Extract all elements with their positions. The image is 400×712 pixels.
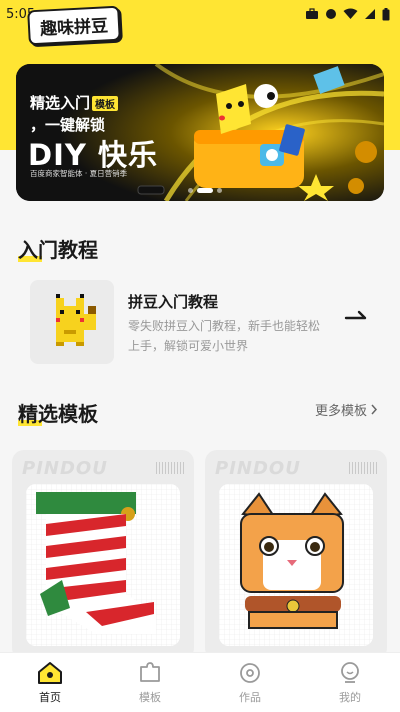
- barcode-icon: [349, 462, 377, 474]
- briefcase-icon: [306, 8, 318, 19]
- templates-section-title: 精选模板: [18, 402, 98, 426]
- template-preview-stocking: [26, 484, 180, 646]
- app-logo: 趣味拼豆: [27, 5, 121, 46]
- tab-templates[interactable]: 模板: [100, 653, 200, 712]
- arrow-right-icon[interactable]: [344, 308, 368, 328]
- card-brand: PINDOU: [22, 458, 108, 479]
- tab-label: 作品: [239, 691, 261, 704]
- signal-icon: [365, 9, 375, 19]
- barcode-icon: [156, 462, 184, 474]
- tutorial-item[interactable]: 拼豆入门教程 零失败拼豆入门教程，新手也能轻松上手，解锁可爱小世界: [16, 276, 384, 368]
- wifi-icon: [343, 8, 358, 19]
- stocking-pixel-art: [26, 484, 180, 646]
- banner-subtitle: 百度商家智能体 · 夏日营销季: [30, 169, 128, 178]
- tab-home[interactable]: 首页: [0, 653, 100, 712]
- tab-label: 我的: [339, 691, 361, 704]
- card-brand: PINDOU: [215, 458, 301, 479]
- banner-dot[interactable]: [188, 188, 193, 193]
- cat-pixel-art: [219, 484, 373, 646]
- template-preview-cat: [219, 484, 373, 646]
- tab-label: 首页: [39, 691, 61, 704]
- banner-pagination: [188, 188, 222, 193]
- chevron-right-icon: [371, 404, 378, 415]
- battery-icon: [382, 7, 390, 20]
- bottom-tab-bar: 首页 模板 作品 我的: [0, 652, 400, 712]
- profile-icon: [341, 662, 359, 683]
- banner-dot[interactable]: [217, 188, 222, 193]
- tutorial-description: 零失败拼豆入门教程，新手也能轻松上手，解锁可爱小世界: [128, 319, 321, 353]
- banner-tag: 模板: [92, 96, 119, 111]
- banner-dot-active[interactable]: [197, 188, 213, 193]
- template-card[interactable]: PINDOU: [205, 450, 387, 660]
- home-icon: [38, 662, 62, 684]
- works-icon: [240, 663, 260, 683]
- tutorial-thumbnail: [30, 280, 114, 364]
- puzzle-icon: [140, 662, 160, 682]
- tutorial-title: 拼豆入门教程: [128, 293, 219, 311]
- pikachu-pixel-art: [56, 294, 96, 346]
- tab-label: 模板: [139, 691, 161, 704]
- tab-profile[interactable]: 我的: [300, 653, 400, 712]
- more-templates-link[interactable]: 更多模板: [315, 400, 378, 419]
- promo-banner[interactable]: 精选入门 模板 ，一键解锁 DIY 快乐 百度商家智能体 · 夏日营销季: [16, 64, 384, 201]
- circle-status-icon: [326, 9, 336, 19]
- tab-works[interactable]: 作品: [200, 653, 300, 712]
- tutorial-section-title: 入门教程: [18, 238, 98, 262]
- template-card[interactable]: PINDOU: [12, 450, 194, 660]
- banner-title-line1: 精选入门 模板: [30, 92, 119, 113]
